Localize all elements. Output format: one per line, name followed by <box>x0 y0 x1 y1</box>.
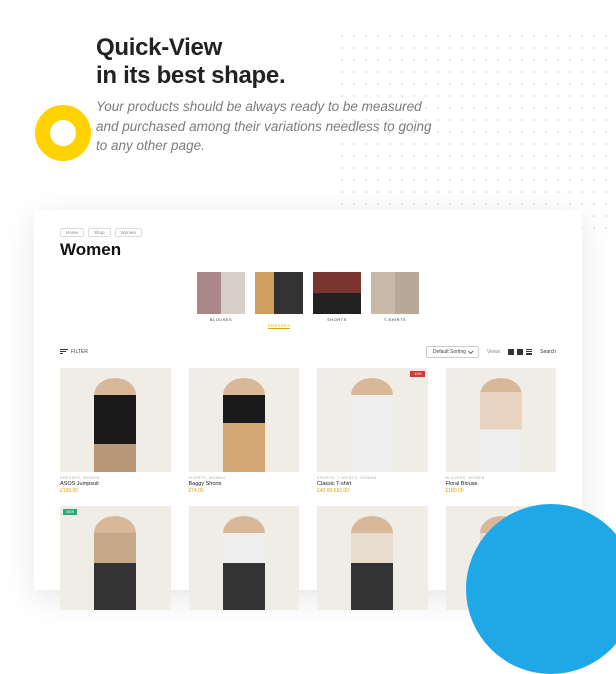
sale-badge: -10% <box>410 371 424 377</box>
product-image <box>189 506 300 610</box>
product-image <box>317 506 428 610</box>
category-label: T-SHIRTS <box>371 317 419 322</box>
decorative-blue-circle <box>466 504 616 674</box>
views-label: Views <box>487 349 500 355</box>
product-category: DRESSES, WOMEN <box>60 476 171 480</box>
product-image <box>60 368 171 472</box>
sort-select[interactable]: Default Sorting <box>426 346 479 358</box>
category-thumb <box>255 272 303 314</box>
category-label: SHORTS <box>313 317 361 322</box>
product-card[interactable]: BLOUSES, WOMEN Floral Blouse £180.00 <box>446 368 557 494</box>
category-strip: BLOUSES DRESSES SHORTS T-SHIRTS <box>60 272 556 332</box>
category-thumb <box>197 272 245 314</box>
product-price: £195.00 <box>60 488 171 494</box>
product-price: £180.00 <box>446 488 557 494</box>
chevron-down-icon <box>468 348 474 354</box>
hero-subtitle: Your products should be always ready to … <box>96 97 436 156</box>
product-card[interactable] <box>317 506 428 610</box>
product-image: -10% <box>317 368 428 472</box>
product-price: £40.00 £50.00 <box>317 488 428 494</box>
product-name: Classic T-shirt <box>317 481 428 487</box>
category-label: DRESSES <box>268 323 291 329</box>
page-title: Women <box>60 240 556 260</box>
breadcrumb-item[interactable]: Home <box>60 228 84 237</box>
view-switcher <box>508 349 532 355</box>
category-thumb <box>371 272 419 314</box>
category-shorts[interactable]: SHORTS <box>313 272 361 332</box>
category-thumb <box>313 272 361 314</box>
product-category: SHORTS, T-SHIRTS, WOMEN <box>317 476 428 480</box>
hero-title: Quick-View in its best shape. <box>96 34 616 89</box>
category-dresses[interactable]: DRESSES <box>255 272 303 332</box>
category-label: BLOUSES <box>197 317 245 322</box>
product-category: BLOUSES, WOMEN <box>446 476 557 480</box>
product-name: Floral Blouse <box>446 481 557 487</box>
filter-icon <box>60 349 68 355</box>
hero-block: Quick-View in its best shape. Your produ… <box>0 0 616 156</box>
product-card[interactable]: DRESSES, WOMEN ASOS Jumpsuit £195.00 <box>60 368 171 494</box>
filter-label: FILTER <box>71 349 88 355</box>
product-card[interactable]: -10% SHORTS, T-SHIRTS, WOMEN Classic T-s… <box>317 368 428 494</box>
product-card[interactable]: SHORTS, WOMEN Baggy Shorts £74.00 <box>189 368 300 494</box>
view-grid-small-icon[interactable] <box>517 349 523 355</box>
product-image <box>189 368 300 472</box>
view-list-icon[interactable] <box>526 349 532 355</box>
product-name: ASOS Jumpsuit <box>60 481 171 487</box>
product-toolbar: FILTER Default Sorting Views Search <box>60 346 556 358</box>
decorative-yellow-ring <box>35 105 91 161</box>
product-category: SHORTS, WOMEN <box>189 476 300 480</box>
breadcrumb: Home Shop Women <box>60 228 556 237</box>
product-card[interactable]: NEW <box>60 506 171 610</box>
product-name: Baggy Shorts <box>189 481 300 487</box>
breadcrumb-item[interactable]: Shop <box>88 228 111 237</box>
hero-title-line2: in its best shape. <box>96 62 285 89</box>
search-button[interactable]: Search <box>540 349 556 355</box>
new-badge: NEW <box>63 509 77 515</box>
product-price: £74.00 <box>189 488 300 494</box>
category-blouses[interactable]: BLOUSES <box>197 272 245 332</box>
hero-title-line1: Quick-View <box>96 34 222 61</box>
breadcrumb-item[interactable]: Women <box>115 228 142 237</box>
product-image <box>446 368 557 472</box>
product-card[interactable] <box>189 506 300 610</box>
category-tshirts[interactable]: T-SHIRTS <box>371 272 419 332</box>
product-image: NEW <box>60 506 171 610</box>
view-grid-large-icon[interactable] <box>508 349 514 355</box>
filter-button[interactable]: FILTER <box>60 349 88 355</box>
sort-label: Default Sorting <box>433 349 466 355</box>
